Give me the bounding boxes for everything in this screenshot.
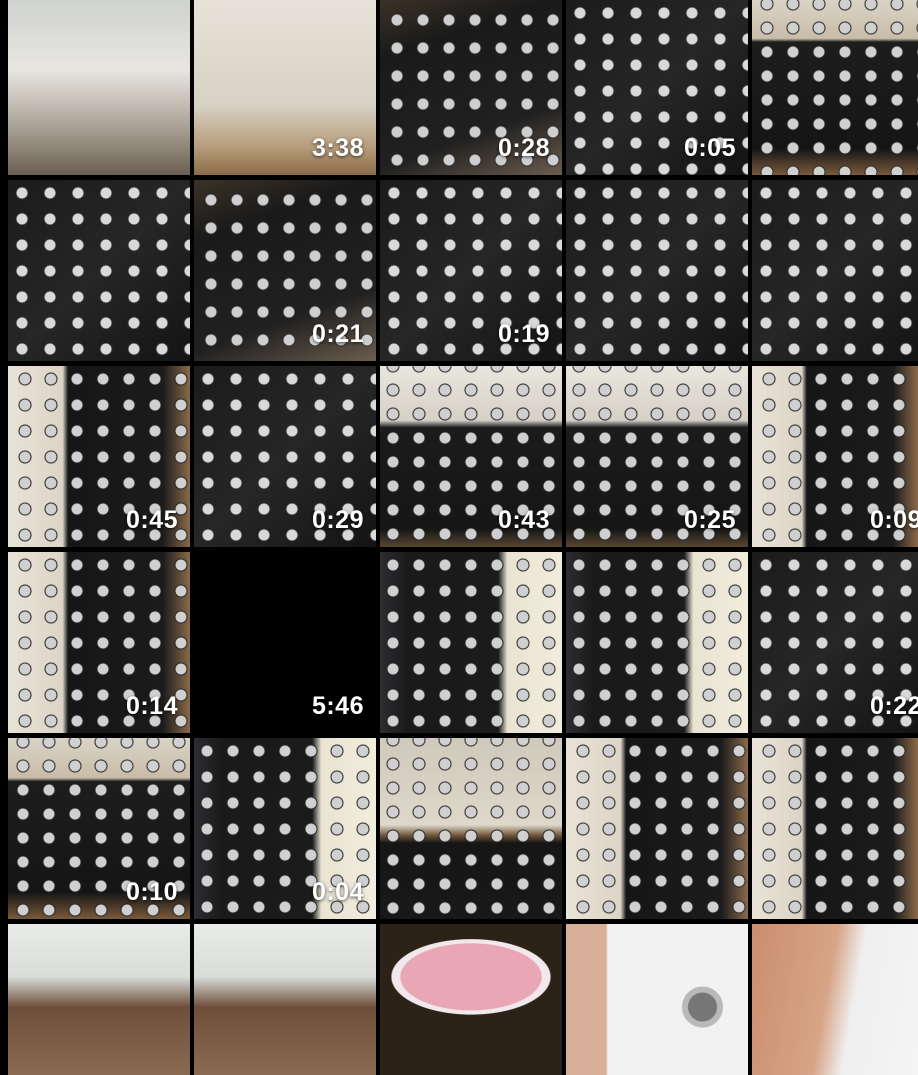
photo-thumbnail[interactable] [380,924,562,1075]
video-duration-label: 0:28 [497,134,550,162]
video-thumbnail[interactable]: 0:05 [566,0,748,175]
photo-thumbnail[interactable] [752,0,918,175]
photo-thumbnail[interactable] [194,924,376,1075]
video-duration-label: 5:46 [311,692,364,720]
video-duration-label: 0:09 [869,506,918,534]
video-thumbnail[interactable]: 5:46 [194,552,376,733]
video-thumbnail[interactable]: 0:29 [194,366,376,547]
video-thumbnail[interactable]: 0:19 [380,180,562,361]
video-duration-label: 0:05 [683,134,736,162]
video-thumbnail[interactable]: 0:22 [752,552,918,733]
photo-thumbnail[interactable] [566,924,748,1075]
photo-thumbnail[interactable] [752,180,918,361]
photo-thumbnail[interactable] [752,738,918,919]
video-thumbnail[interactable]: 3:38 [194,0,376,175]
video-thumbnail[interactable]: 0:14 [8,552,190,733]
photo-thumbnail[interactable] [380,552,562,733]
video-duration-label: 0:21 [311,320,364,348]
video-duration-label: 0:43 [497,506,550,534]
video-duration-label: 3:38 [311,134,364,162]
video-duration-label: 0:04 [311,878,364,906]
video-thumbnail[interactable]: 0:21 [194,180,376,361]
video-duration-label: 0:14 [125,692,178,720]
video-thumbnail[interactable]: 0:28 [380,0,562,175]
photo-thumbnail[interactable] [566,738,748,919]
photo-thumbnail[interactable] [8,0,190,175]
video-duration-label: 0:25 [683,506,736,534]
video-duration-label: 0:19 [497,320,550,348]
video-thumbnail[interactable]: 0:25 [566,366,748,547]
photo-thumbnail[interactable] [566,552,748,733]
video-duration-label: 0:29 [311,506,364,534]
photo-thumbnail[interactable] [752,924,918,1075]
video-thumbnail[interactable]: 0:04 [194,738,376,919]
video-duration-label: 0:45 [125,506,178,534]
video-duration-label: 0:22 [869,692,918,720]
photo-thumbnail[interactable] [566,180,748,361]
video-duration-label: 0:10 [125,878,178,906]
video-thumbnail[interactable]: 0:09 [752,366,918,547]
video-thumbnail[interactable]: 0:45 [8,366,190,547]
photo-grid: 3:38 0:28 0:05 0:21 0:19 0:45 0:29 0:43 0:25 0:09… [8,0,918,1075]
photo-thumbnail[interactable] [380,738,562,919]
video-thumbnail[interactable]: 0:43 [380,366,562,547]
video-thumbnail[interactable]: 0:10 [8,738,190,919]
photo-thumbnail[interactable] [8,924,190,1075]
photo-thumbnail[interactable] [8,180,190,361]
